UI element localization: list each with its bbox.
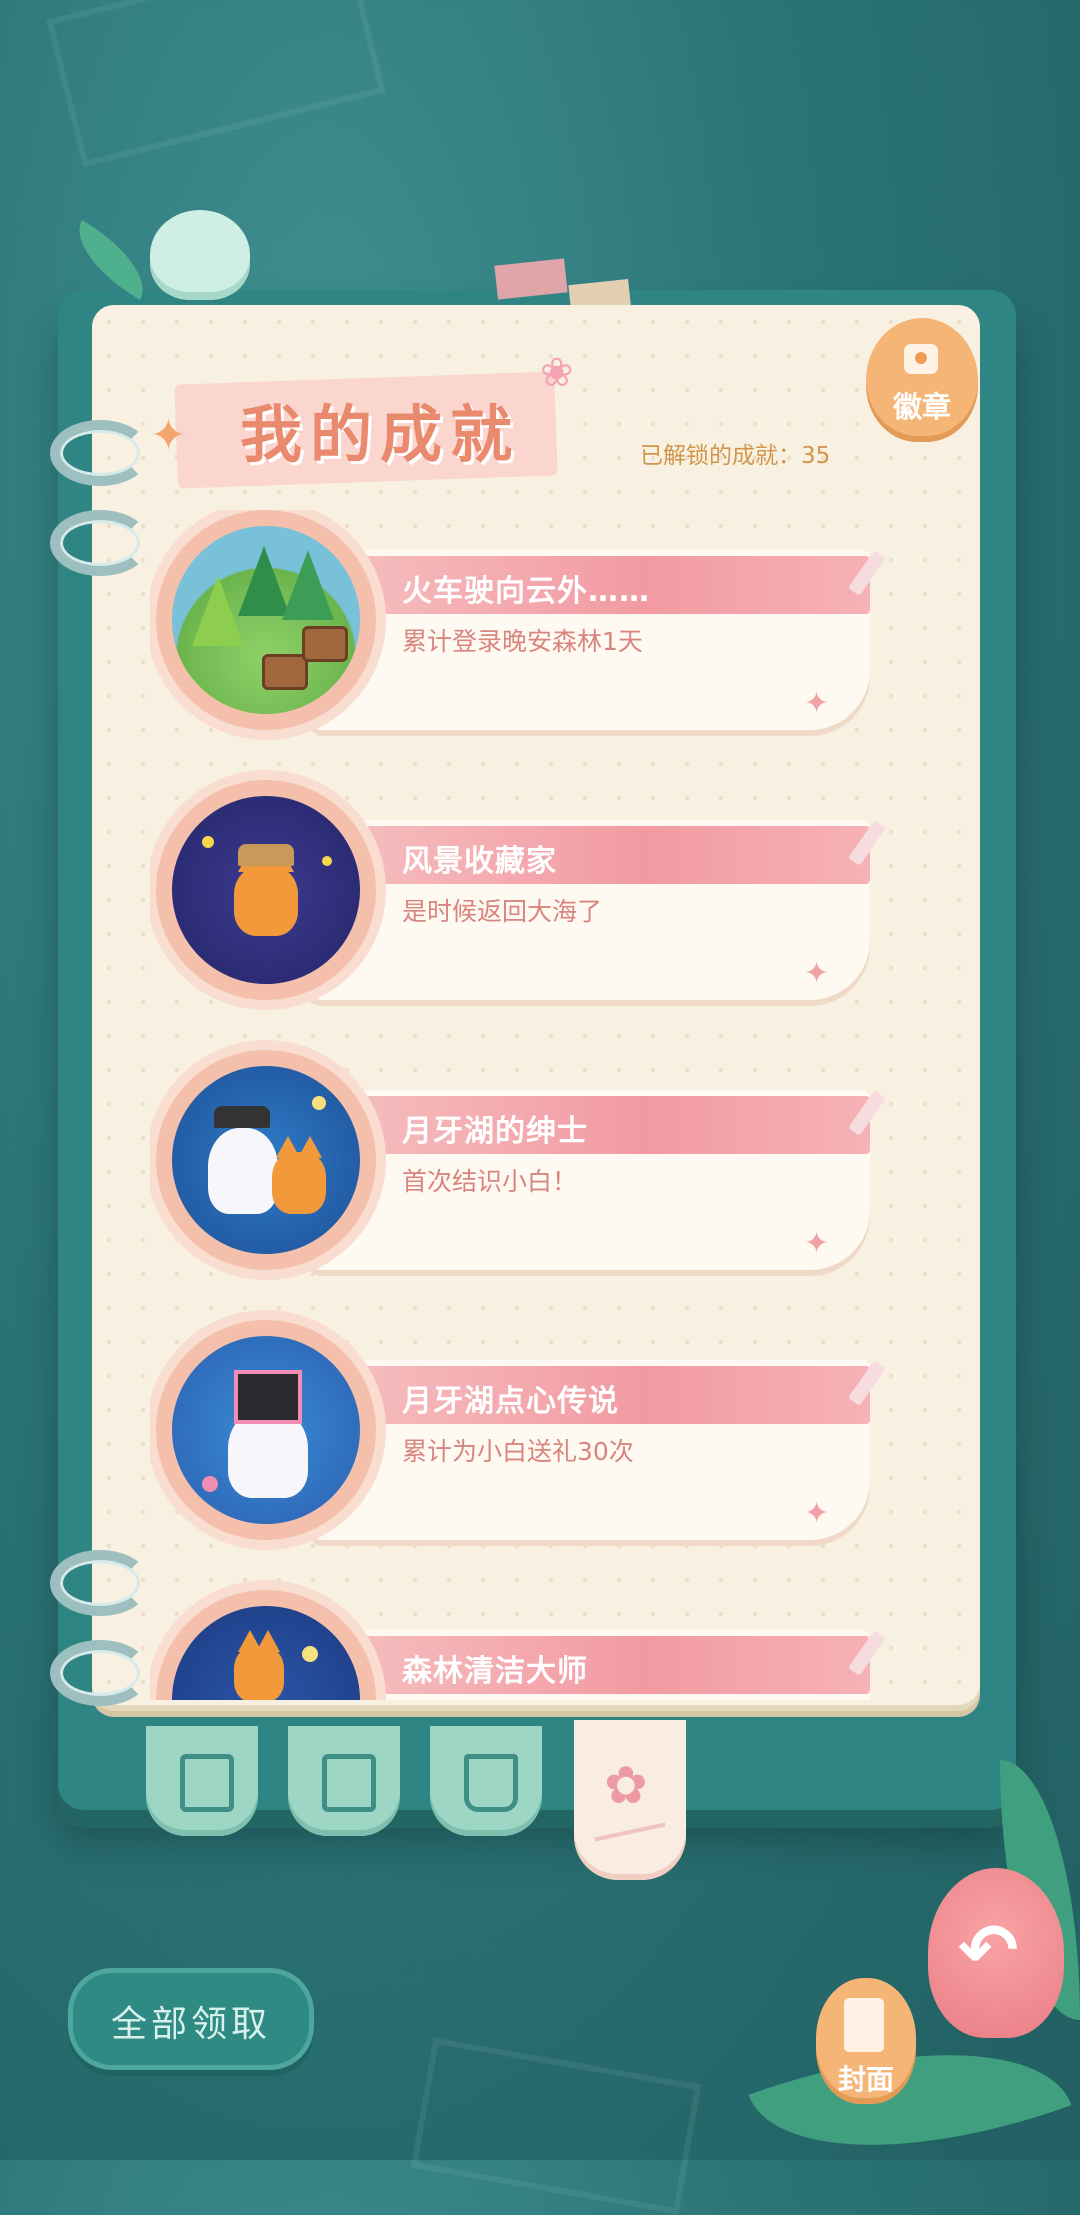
tab-photo-journal[interactable] — [288, 1726, 400, 1836]
forest-medal-icon — [156, 510, 376, 730]
chalk-decoration — [46, 0, 386, 168]
tab-notes[interactable] — [146, 1726, 258, 1836]
sparkle-icon: ✦ — [804, 956, 830, 991]
flower-badge-icon: ✿ — [604, 1756, 648, 1816]
chalk-decoration — [410, 2037, 702, 2215]
achievement-description: 累计登录晚安森林1天 — [402, 627, 643, 656]
book-cover-icon — [844, 1998, 884, 2052]
cover-button[interactable]: 封面 — [816, 1978, 916, 2104]
achievement-list[interactable]: 火车驶向云外…… 累计登录晚安森林1天 ✦ 风景收藏家 是时候返回大海了 ✦ 月… — [150, 510, 910, 1700]
sparkle-icon: ✦ — [804, 1226, 830, 1261]
unlocked-count: 已解锁的成就：35 — [640, 443, 831, 469]
back-button[interactable]: ↶ — [928, 1868, 1064, 2038]
achievement-name: 风景收藏家 — [402, 844, 557, 879]
achievement-banner — [310, 1096, 870, 1154]
binder-ring — [50, 1640, 150, 1706]
achievement-banner — [310, 1636, 870, 1694]
achievement-item[interactable]: 风景收藏家 是时候返回大海了 ✦ — [150, 780, 910, 1030]
achievement-item[interactable]: 月牙湖的绅士 首次结识小白！ ✦ — [150, 1050, 910, 1300]
sparkle-icon: ✦ — [804, 1496, 830, 1531]
page-title: 我的成就 — [240, 398, 521, 471]
leaf-decoration — [62, 220, 160, 300]
sparkle-icon: ✦ — [150, 410, 187, 461]
badge-button[interactable]: 徽章 — [866, 318, 978, 442]
achievement-name: 月牙湖的绅士 — [402, 1114, 588, 1149]
binder-ring — [50, 1550, 150, 1616]
tab-achievements[interactable]: ✿ — [574, 1720, 686, 1880]
binder-ring — [50, 420, 150, 486]
cover-button-label: 封面 — [837, 2063, 894, 2096]
tab-divider — [594, 1822, 666, 1842]
claim-all-button[interactable]: 全部领取 — [68, 1968, 314, 2070]
achievement-item[interactable]: 火车驶向云外…… 累计登录晚安森林1天 ✦ — [150, 510, 910, 760]
gift-ghost-medal-icon — [156, 1320, 376, 1540]
butterfly-icon: ❀ — [540, 350, 574, 396]
achievement-description: 是时候返回大海了 — [402, 897, 603, 926]
washi-tape — [494, 258, 568, 300]
tab-book[interactable] — [430, 1726, 542, 1836]
achievement-item[interactable]: 月牙湖点心传说 累计为小白送礼30次 ✦ — [150, 1320, 910, 1570]
achievement-item[interactable]: 森林清洁大师 — [150, 1590, 910, 1700]
achievement-banner — [310, 826, 870, 884]
binder-ring — [50, 510, 150, 576]
tulip-decoration — [150, 210, 250, 300]
achievement-name: 月牙湖点心传说 — [402, 1384, 619, 1419]
photo-journal-icon — [322, 1754, 376, 1812]
badge-button-label: 徽章 — [892, 390, 951, 424]
sparkle-icon: ✦ — [804, 686, 830, 721]
open-book-star-icon — [464, 1754, 518, 1812]
achievement-description: 累计为小白送礼30次 — [402, 1437, 634, 1466]
achievement-description: 首次结识小白！ — [402, 1167, 578, 1196]
ghost-gentleman-medal-icon — [156, 1050, 376, 1270]
flower-icon — [904, 344, 938, 374]
fox-cleaner-medal-icon — [156, 1590, 376, 1700]
achievement-name: 火车驶向云外…… — [402, 574, 650, 609]
notes-edit-icon — [180, 1754, 234, 1812]
undo-arrow-icon: ↶ — [958, 1908, 1019, 1992]
achievement-name: 森林清洁大师 — [402, 1654, 588, 1689]
fox-explorer-medal-icon — [156, 780, 376, 1000]
claim-all-label: 全部领取 — [110, 2004, 271, 2045]
